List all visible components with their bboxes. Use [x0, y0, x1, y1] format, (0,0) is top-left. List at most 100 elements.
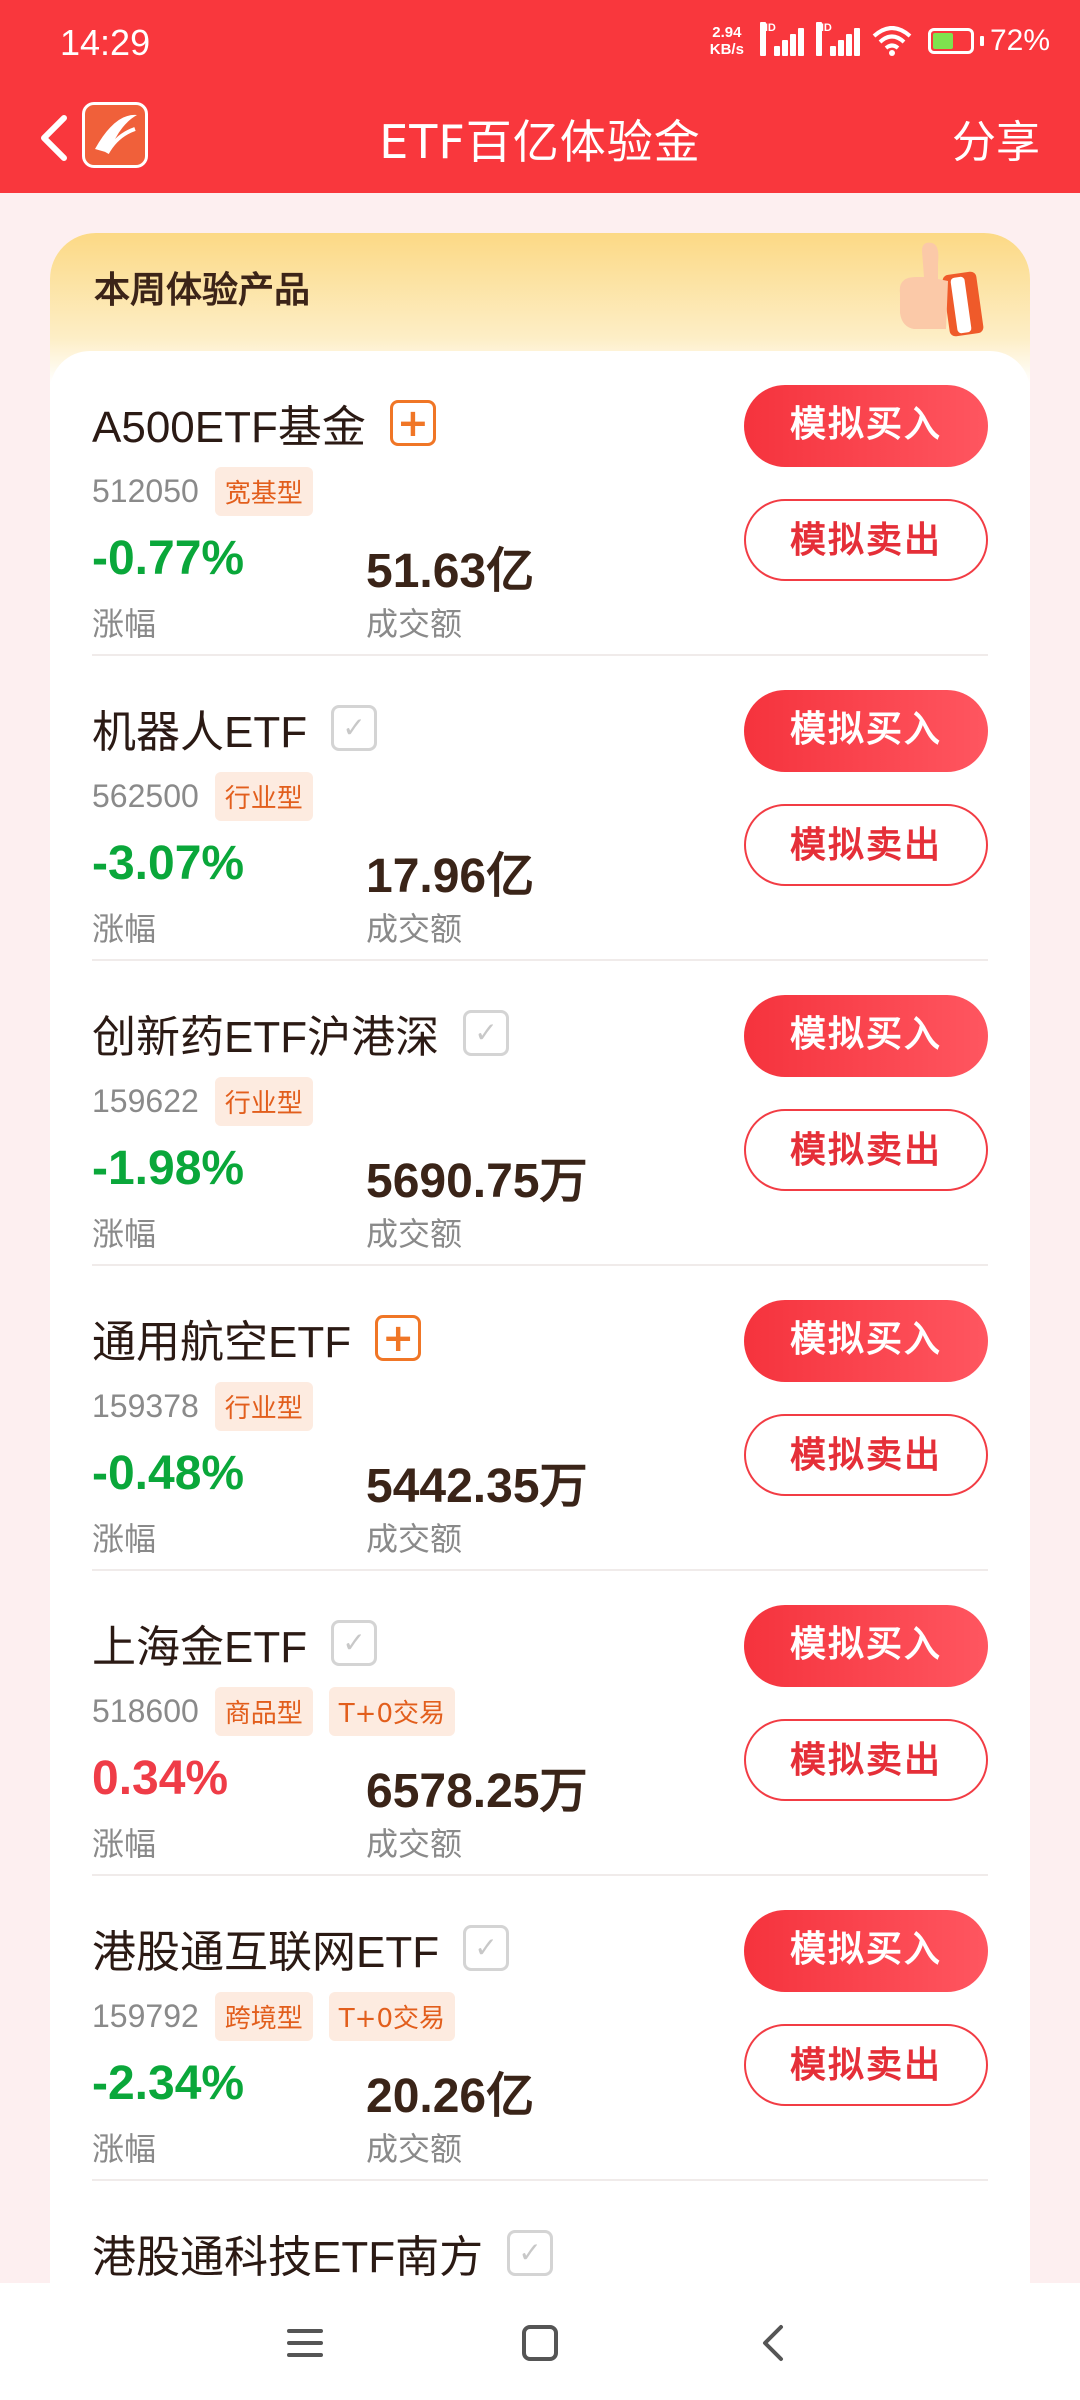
item-tag: 宽基型	[214, 467, 313, 516]
item-tag: 行业型	[214, 1382, 313, 1431]
check-square-icon[interactable]: ✓	[331, 1620, 378, 1666]
item-code: 159792	[92, 1998, 199, 2034]
item-tag: 行业型	[214, 772, 313, 821]
top-bar: 14:29 2.94 KB/s HD HD 72% ETF百亿体验金 分享	[0, 0, 1080, 193]
plus-square-icon[interactable]: +	[375, 1315, 422, 1361]
simulate-buy-button[interactable]: 模拟买入	[744, 1910, 988, 1992]
simulate-buy-button[interactable]: 模拟买入	[744, 690, 988, 772]
item-change-label: 涨幅	[92, 910, 157, 948]
item-change: -2.34%	[92, 2057, 245, 2110]
item-volume-label: 成交额	[366, 2130, 463, 2168]
system-nav-bar	[0, 2283, 1080, 2400]
signal-icon-2: HD	[815, 22, 860, 56]
item-volume: 17.96亿	[366, 850, 535, 903]
item-volume-label: 成交额	[366, 605, 463, 643]
list-item[interactable]: 创新药ETF沪港深 ✓ 159622 行业型 -1.98% 涨幅 5690.75万成交额 模拟…	[92, 961, 988, 1266]
share-button[interactable]: 分享	[952, 106, 1040, 170]
list-item[interactable]: 上海金ETF ✓ 518600 商品型 T+0交易 0.34% 涨幅 6578.25万 成交额 模…	[92, 1571, 988, 1876]
simulate-sell-button[interactable]: 模拟卖出	[744, 1109, 988, 1191]
item-name-row: 通用航空ETF +	[92, 1306, 422, 1370]
item-name-row: 上海金ETF ✓	[92, 1611, 378, 1675]
item-name[interactable]: 创新药ETF沪港深	[92, 1001, 439, 1065]
check-square-icon[interactable]: ✓	[463, 1010, 510, 1056]
item-change: -0.48%	[92, 1447, 245, 1500]
item-name-row: A500ETF基金 +	[92, 391, 436, 455]
signal-hd-label-2: HD	[815, 22, 832, 56]
item-volume: 5442.35万	[366, 1460, 588, 1513]
item-code-row: 159792 跨境型 T+0交易	[92, 1992, 456, 2041]
page-title: ETF百亿体验金	[379, 115, 701, 169]
signal-icon: HD	[759, 22, 804, 56]
section-title: 本周体验产品	[89, 261, 321, 317]
chevron-back-icon[interactable]	[745, 2313, 805, 2373]
item-name-row: 港股通互联网ETF ✓	[92, 1916, 510, 1980]
status-time: 14:29	[60, 22, 151, 63]
simulate-sell-button[interactable]: 模拟卖出	[744, 2024, 988, 2106]
item-change-label: 涨幅	[92, 2130, 157, 2168]
list-item[interactable]: A500ETF基金 +512050 宽基型 -0.77% 涨幅 51.63亿 成交额 模拟买入…	[92, 351, 988, 656]
menu-icon[interactable]	[275, 2313, 335, 2373]
item-change: -1.98%	[92, 1142, 245, 1195]
item-volume: 5690.75万	[366, 1155, 588, 1208]
check-square-icon[interactable]: ✓	[331, 705, 378, 751]
simulate-buy-button[interactable]: 模拟买入	[744, 995, 988, 1077]
simulate-buy-button[interactable]: 模拟买入	[744, 385, 988, 467]
item-code-row: 562500 行业型	[92, 772, 313, 821]
item-volume-label: 成交额	[366, 1825, 463, 1863]
product-list: A500ETF基金 +512050 宽基型 -0.77% 涨幅 51.63亿 成交额 模拟买入…	[50, 351, 1030, 2283]
list-item[interactable]: 机器人ETF ✓ 562500 行业型 -3.07% 涨幅 17.96亿成交额 模拟买入模拟卖…	[92, 656, 988, 961]
item-change-label: 涨幅	[92, 605, 157, 643]
item-code-row: 159622 行业型	[92, 1077, 313, 1126]
wifi-icon	[872, 26, 912, 56]
item-code-row: 512050 宽基型	[92, 467, 313, 516]
item-change: 0.34%	[92, 1752, 229, 1805]
network-speed: 2.94 KB/s	[710, 24, 744, 58]
item-tag: T+0交易	[328, 1992, 456, 2041]
item-name[interactable]: A500ETF基金	[92, 391, 366, 455]
list-item[interactable]: 港股通科技ETF南方 ✓	[92, 2181, 988, 2283]
simulate-buy-button[interactable]: 模拟买入	[744, 1605, 988, 1687]
simulate-sell-button[interactable]: 模拟卖出	[744, 1414, 988, 1496]
item-change: -3.07%	[92, 837, 245, 890]
item-volume-label: 成交额	[366, 1215, 463, 1253]
item-name-row: 港股通科技ETF南方 ✓	[92, 2221, 554, 2283]
item-volume-label: 成交额	[366, 1520, 463, 1558]
list-item[interactable]: 港股通互联网ETF ✓ 159792 跨境型 T+0交易 -2.34% 涨幅 20.26亿成交…	[92, 1876, 988, 2181]
item-name[interactable]: 上海金ETF	[92, 1611, 307, 1675]
item-change-label: 涨幅	[92, 1825, 157, 1863]
item-volume: 51.63亿	[366, 545, 535, 598]
simulate-sell-button[interactable]: 模拟卖出	[744, 1719, 988, 1801]
signal-hd-label: HD	[759, 22, 776, 56]
item-change: -0.77%	[92, 532, 245, 585]
list-item[interactable]: 通用航空ETF +159378 行业型 -0.48% 涨幅 5442.35万 成交额 模拟买入…	[92, 1266, 988, 1571]
square-home-icon[interactable]	[510, 2313, 570, 2373]
status-icons: 2.94 KB/s HD HD 72%	[710, 22, 1050, 58]
item-code: 159622	[92, 1083, 199, 1119]
item-volume: 20.26亿	[366, 2070, 535, 2123]
item-name[interactable]: 机器人ETF	[92, 696, 307, 760]
item-name[interactable]: 港股通科技ETF南方	[92, 2221, 483, 2283]
check-square-icon[interactable]: ✓	[463, 1925, 510, 1971]
item-tag: T+0交易	[328, 1687, 456, 1736]
simulate-sell-button[interactable]: 模拟卖出	[744, 804, 988, 886]
plus-square-icon[interactable]: +	[389, 400, 436, 446]
item-name[interactable]: 通用航空ETF	[92, 1306, 351, 1370]
item-name-row: 机器人ETF ✓	[92, 696, 378, 760]
item-code: 562500	[92, 778, 199, 814]
item-volume-label: 成交额	[366, 910, 463, 948]
thumbs-up-icon	[899, 242, 984, 337]
check-square-icon[interactable]: ✓	[507, 2230, 554, 2276]
simulate-sell-button[interactable]: 模拟卖出	[744, 499, 988, 581]
item-volume: 6578.25万	[366, 1765, 588, 1818]
item-tag: 行业型	[214, 1077, 313, 1126]
status-bar: 14:29 2.94 KB/s HD HD 72%	[0, 0, 1080, 88]
network-speed-unit: KB/s	[709, 41, 744, 58]
item-change-label: 涨幅	[92, 1215, 157, 1253]
item-change-label: 涨幅	[92, 1520, 157, 1558]
item-tag: 跨境型	[214, 1992, 313, 2041]
item-name[interactable]: 港股通互联网ETF	[92, 1916, 439, 1980]
item-name-row: 创新药ETF沪港深 ✓	[92, 1001, 510, 1065]
item-code: 518600	[92, 1693, 199, 1729]
item-code: 159378	[92, 1388, 199, 1424]
simulate-buy-button[interactable]: 模拟买入	[744, 1300, 988, 1382]
